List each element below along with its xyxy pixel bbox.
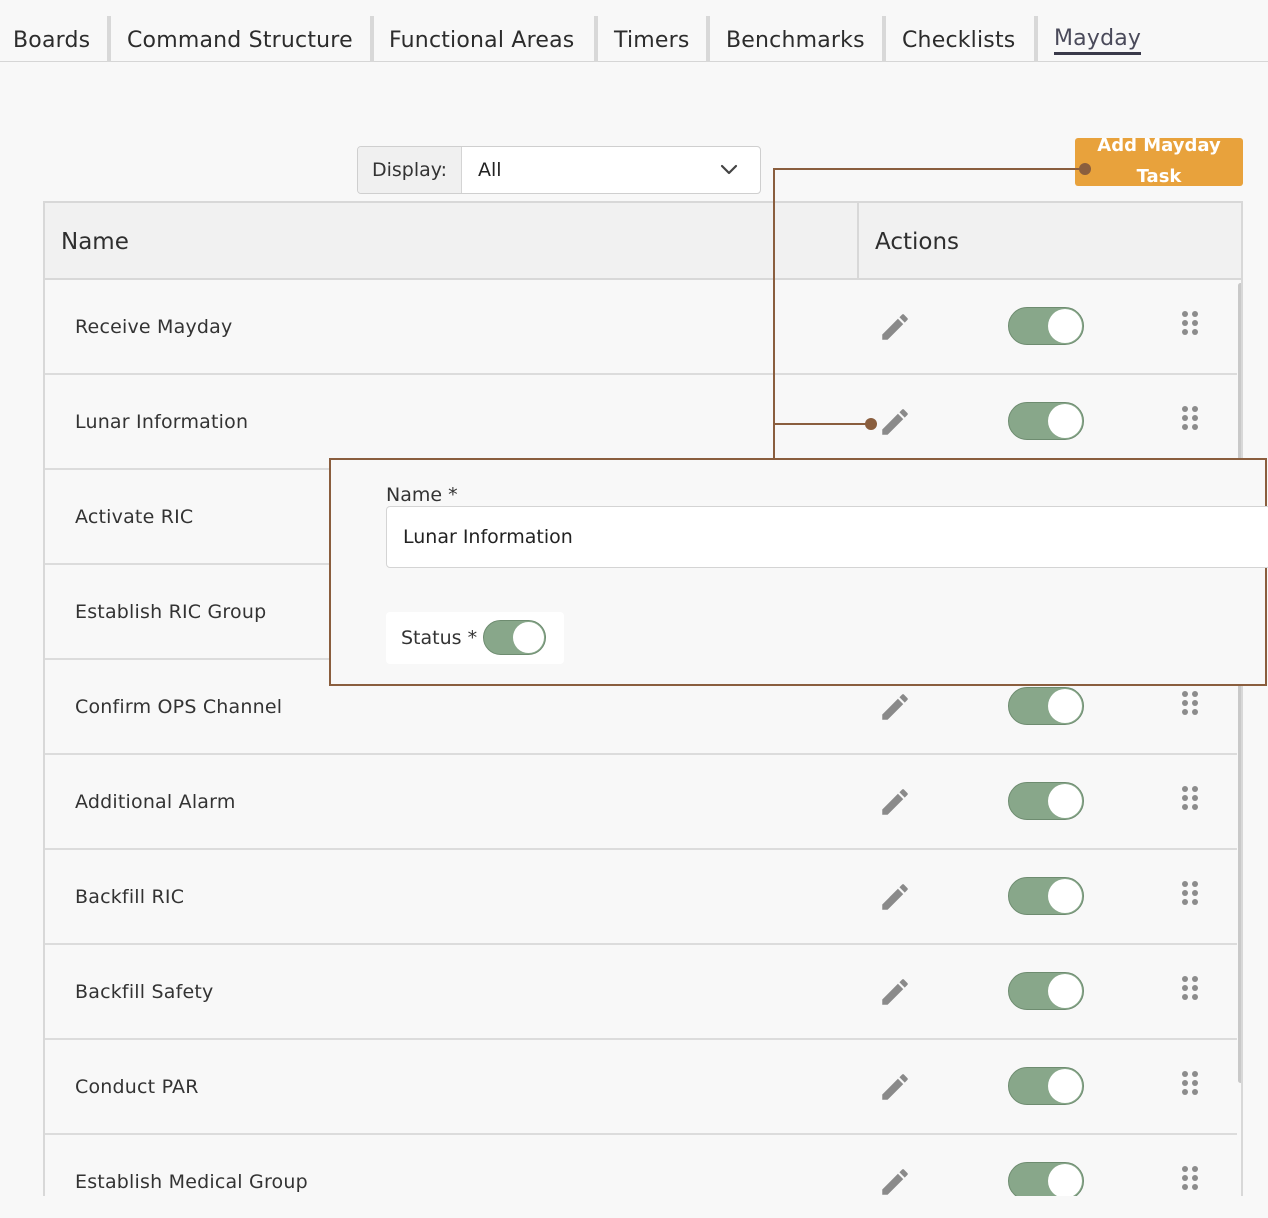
column-header-actions: Actions (857, 203, 1241, 278)
chevron-down-icon (720, 164, 738, 175)
enabled-toggle[interactable] (1008, 1162, 1084, 1196)
callout-anchor-dot (865, 418, 877, 430)
tab-divider (1034, 16, 1038, 62)
tab-boards[interactable]: Boards (13, 28, 90, 53)
pencil-icon[interactable] (878, 975, 912, 1009)
tab-divider (594, 16, 598, 62)
task-name: Conduct PAR (75, 1076, 199, 1098)
toggle-knob (1048, 1164, 1082, 1196)
status-field: Status * (386, 612, 564, 664)
tab-divider (882, 16, 886, 62)
pencil-icon[interactable] (878, 1165, 912, 1196)
table-row: Backfill RIC (45, 850, 1237, 945)
pencil-icon[interactable] (878, 785, 912, 819)
tab-divider (706, 16, 710, 62)
tab-mayday[interactable]: Mayday (1054, 26, 1142, 55)
name-input[interactable]: Lunar Information (386, 506, 1268, 568)
toggle-knob (1048, 309, 1082, 343)
display-filter-select[interactable]: Display: All (357, 146, 761, 194)
tab-divider (370, 16, 374, 62)
callout-connector (773, 168, 1085, 170)
toggle-knob (1048, 404, 1082, 438)
callout-connector (773, 168, 775, 460)
enabled-toggle[interactable] (1008, 877, 1084, 915)
edit-task-panel: Name * Lunar Information Status * (329, 458, 1268, 686)
table-body: Receive Mayday Lunar Information Activate … (45, 280, 1237, 1196)
pencil-icon[interactable] (878, 310, 912, 344)
task-name: Confirm OPS Channel (75, 696, 283, 718)
tab-checklists[interactable]: Checklists (902, 28, 1015, 53)
toggle-knob (1048, 974, 1082, 1008)
pencil-icon[interactable] (878, 405, 912, 439)
table-row: Backfill Safety (45, 945, 1237, 1040)
pencil-icon[interactable] (878, 880, 912, 914)
table-row: Establish Medical Group (45, 1135, 1237, 1196)
callout-connector (773, 423, 871, 425)
drag-handle-icon[interactable] (1180, 974, 1200, 1004)
status-label: Status * (401, 627, 478, 649)
toggle-knob (1048, 1069, 1082, 1103)
enabled-toggle[interactable] (1008, 402, 1084, 440)
task-name: Receive Mayday (75, 316, 233, 338)
drag-handle-icon[interactable] (1180, 689, 1200, 719)
mayday-task-table: Name Actions Receive Mayday Lunar Informa… (43, 201, 1243, 1196)
tab-timers[interactable]: Timers (614, 28, 690, 53)
table-row: Conduct PAR (45, 1040, 1237, 1135)
task-name: Lunar Information (75, 411, 249, 433)
drag-handle-icon[interactable] (1180, 404, 1200, 434)
tab-benchmarks[interactable]: Benchmarks (726, 28, 865, 53)
display-value: All (478, 159, 502, 181)
drag-handle-icon[interactable] (1180, 1164, 1200, 1194)
table-header: Name Actions (45, 203, 1241, 280)
enabled-toggle[interactable] (1008, 687, 1084, 725)
task-name: Establish Medical Group (75, 1171, 308, 1193)
column-header-name: Name (61, 229, 129, 255)
enabled-toggle[interactable] (1008, 307, 1084, 345)
drag-handle-icon[interactable] (1180, 309, 1200, 339)
drag-handle-icon[interactable] (1180, 784, 1200, 814)
task-name: Backfill Safety (75, 981, 214, 1003)
add-mayday-task-button[interactable]: Add Mayday Task (1075, 138, 1243, 186)
name-field-label: Name * (386, 484, 458, 506)
callout-anchor-dot (1079, 163, 1091, 175)
display-label: Display: (358, 147, 462, 193)
name-input-value: Lunar Information (403, 526, 573, 548)
task-name: Additional Alarm (75, 791, 236, 813)
pencil-icon[interactable] (878, 1070, 912, 1104)
tab-functional-areas[interactable]: Functional Areas (389, 28, 574, 53)
enabled-toggle[interactable] (1008, 782, 1084, 820)
tab-bar: Boards Command Structure Functional Area… (0, 0, 1268, 62)
toggle-knob (513, 622, 544, 653)
tab-divider (107, 16, 111, 62)
task-name: Backfill RIC (75, 886, 185, 908)
table-row: Lunar Information (45, 375, 1237, 470)
status-toggle[interactable] (483, 620, 546, 655)
toggle-knob (1048, 689, 1082, 723)
add-mayday-task-label: Add Mayday Task (1097, 138, 1221, 186)
task-name: Establish RIC Group (75, 601, 267, 623)
table-row: Receive Mayday (45, 280, 1237, 375)
pencil-icon[interactable] (878, 690, 912, 724)
tab-command-structure[interactable]: Command Structure (127, 28, 353, 53)
drag-handle-icon[interactable] (1180, 879, 1200, 909)
toggle-knob (1048, 879, 1082, 913)
drag-handle-icon[interactable] (1180, 1069, 1200, 1099)
enabled-toggle[interactable] (1008, 972, 1084, 1010)
table-row: Additional Alarm (45, 755, 1237, 850)
toggle-knob (1048, 784, 1082, 818)
task-name: Activate RIC (75, 506, 194, 528)
enabled-toggle[interactable] (1008, 1067, 1084, 1105)
